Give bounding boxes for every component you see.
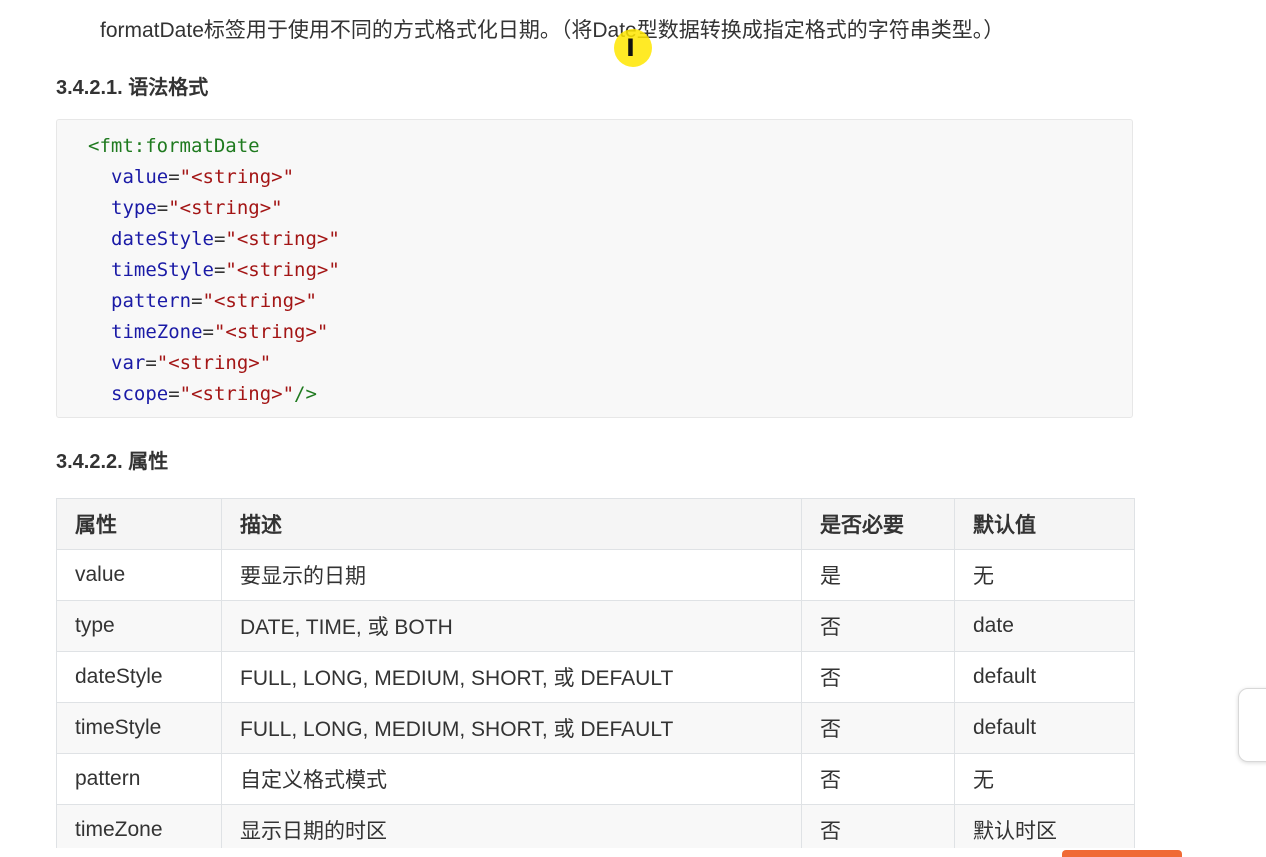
code-attr-value: "<string>" <box>225 228 340 250</box>
table-cell: 否 <box>801 702 955 754</box>
code-line-attr: timeZone="<string>" <box>88 320 328 344</box>
code-attr-name: timeZone <box>111 321 203 343</box>
table-row: value 要显示的日期 是 无 <box>56 549 1135 601</box>
code-attr-value: "<string>" <box>202 290 317 312</box>
code-attr-name: pattern <box>111 290 192 312</box>
table-cell: 无 <box>954 549 1135 601</box>
side-floating-button[interactable] <box>1238 688 1266 762</box>
code-eq: = <box>168 166 180 188</box>
table-cell: 是 <box>801 549 955 601</box>
table-cell: timeStyle <box>56 702 222 754</box>
code-attr-name: timeStyle <box>111 259 214 281</box>
bottom-accent-bar <box>1062 850 1182 857</box>
code-attr-value: "<string>" <box>156 352 272 374</box>
code-line-attr: dateStyle="<string>" <box>88 227 340 251</box>
table-row: dateStyle FULL, LONG, MEDIUM, SHORT, 或 D… <box>56 651 1135 703</box>
code-line-attr: scope="<string>"/> <box>88 382 317 406</box>
table-header-row: 属性 描述 是否必要 默认值 <box>56 498 1135 550</box>
code-line-attr: var="<string>" <box>88 351 271 375</box>
code-eq: = <box>156 197 169 219</box>
table-cell: type <box>56 600 222 652</box>
text-cursor-icon: I <box>626 34 635 62</box>
code-close: /> <box>294 383 317 405</box>
code-eq: = <box>213 228 226 250</box>
code-eq: = <box>202 321 214 343</box>
code-line-attr: pattern="<string>" <box>88 289 317 313</box>
table-cell: 要显示的日期 <box>221 549 802 601</box>
table-row: pattern 自定义格式模式 否 无 <box>56 753 1135 805</box>
table-header-cell: 是否必要 <box>801 498 955 550</box>
table-header-cell: 描述 <box>221 498 802 550</box>
code-attr-value: "<string>" <box>168 197 283 219</box>
table-cell: dateStyle <box>56 651 222 703</box>
code-line-attr: timeStyle="<string>" <box>88 258 340 282</box>
code-attr-name: type <box>111 197 157 219</box>
code-tag-open: <fmt:formatDate <box>88 135 260 157</box>
code-attr-value: "<string>" <box>225 259 340 281</box>
attributes-heading: 3.4.2.2. 属性 <box>56 451 169 473</box>
code-attr-name: var <box>111 352 146 374</box>
table-header-cell: 默认值 <box>954 498 1135 550</box>
code-block: <fmt:formatDate value="<string>" type="<… <box>56 119 1133 418</box>
table-cell: FULL, LONG, MEDIUM, SHORT, 或 DEFAULT <box>221 702 802 754</box>
code-line-tag-open: <fmt:formatDate <box>88 134 260 158</box>
table-cell: 否 <box>801 651 955 703</box>
code-line-attr: value="<string>" <box>88 165 294 189</box>
syntax-heading: 3.4.2.1. 语法格式 <box>56 77 209 99</box>
table-cell: pattern <box>56 753 222 805</box>
table-cell: 否 <box>801 753 955 805</box>
code-line-attr: type="<string>" <box>88 196 283 220</box>
table-header-cell: 属性 <box>56 498 222 550</box>
table-cell: 自定义格式模式 <box>221 753 802 805</box>
table-cell: value <box>56 549 222 601</box>
code-attr-value: "<string>" <box>179 166 295 188</box>
attributes-table: 属性 描述 是否必要 默认值 value 要显示的日期 是 无 type DAT… <box>56 498 1135 856</box>
table-cell: date <box>954 600 1135 652</box>
code-attr-name: scope <box>111 383 169 405</box>
table-cell: 否 <box>801 600 955 652</box>
table-row: type DATE, TIME, 或 BOTH 否 date <box>56 600 1135 652</box>
code-eq: = <box>145 352 157 374</box>
table-cell: default <box>954 651 1135 703</box>
code-eq: = <box>213 259 226 281</box>
table-cell: DATE, TIME, 或 BOTH <box>221 600 802 652</box>
code-eq: = <box>168 383 180 405</box>
document-page: formatDate标签用于使用不同的方式格式化日期。（将Date型数据转换成指… <box>0 0 1266 857</box>
code-attr-name: dateStyle <box>111 228 214 250</box>
table-cell: default <box>954 702 1135 754</box>
table-row: timeStyle FULL, LONG, MEDIUM, SHORT, 或 D… <box>56 702 1135 754</box>
code-attr-name: value <box>111 166 169 188</box>
table-cell: FULL, LONG, MEDIUM, SHORT, 或 DEFAULT <box>221 651 802 703</box>
code-eq: = <box>191 290 203 312</box>
code-attr-value: "<string>" <box>179 383 295 405</box>
intro-paragraph: formatDate标签用于使用不同的方式格式化日期。（将Date型数据转换成指… <box>100 19 1005 42</box>
table-cell: 无 <box>954 753 1135 805</box>
code-attr-value: "<string>" <box>213 321 329 343</box>
